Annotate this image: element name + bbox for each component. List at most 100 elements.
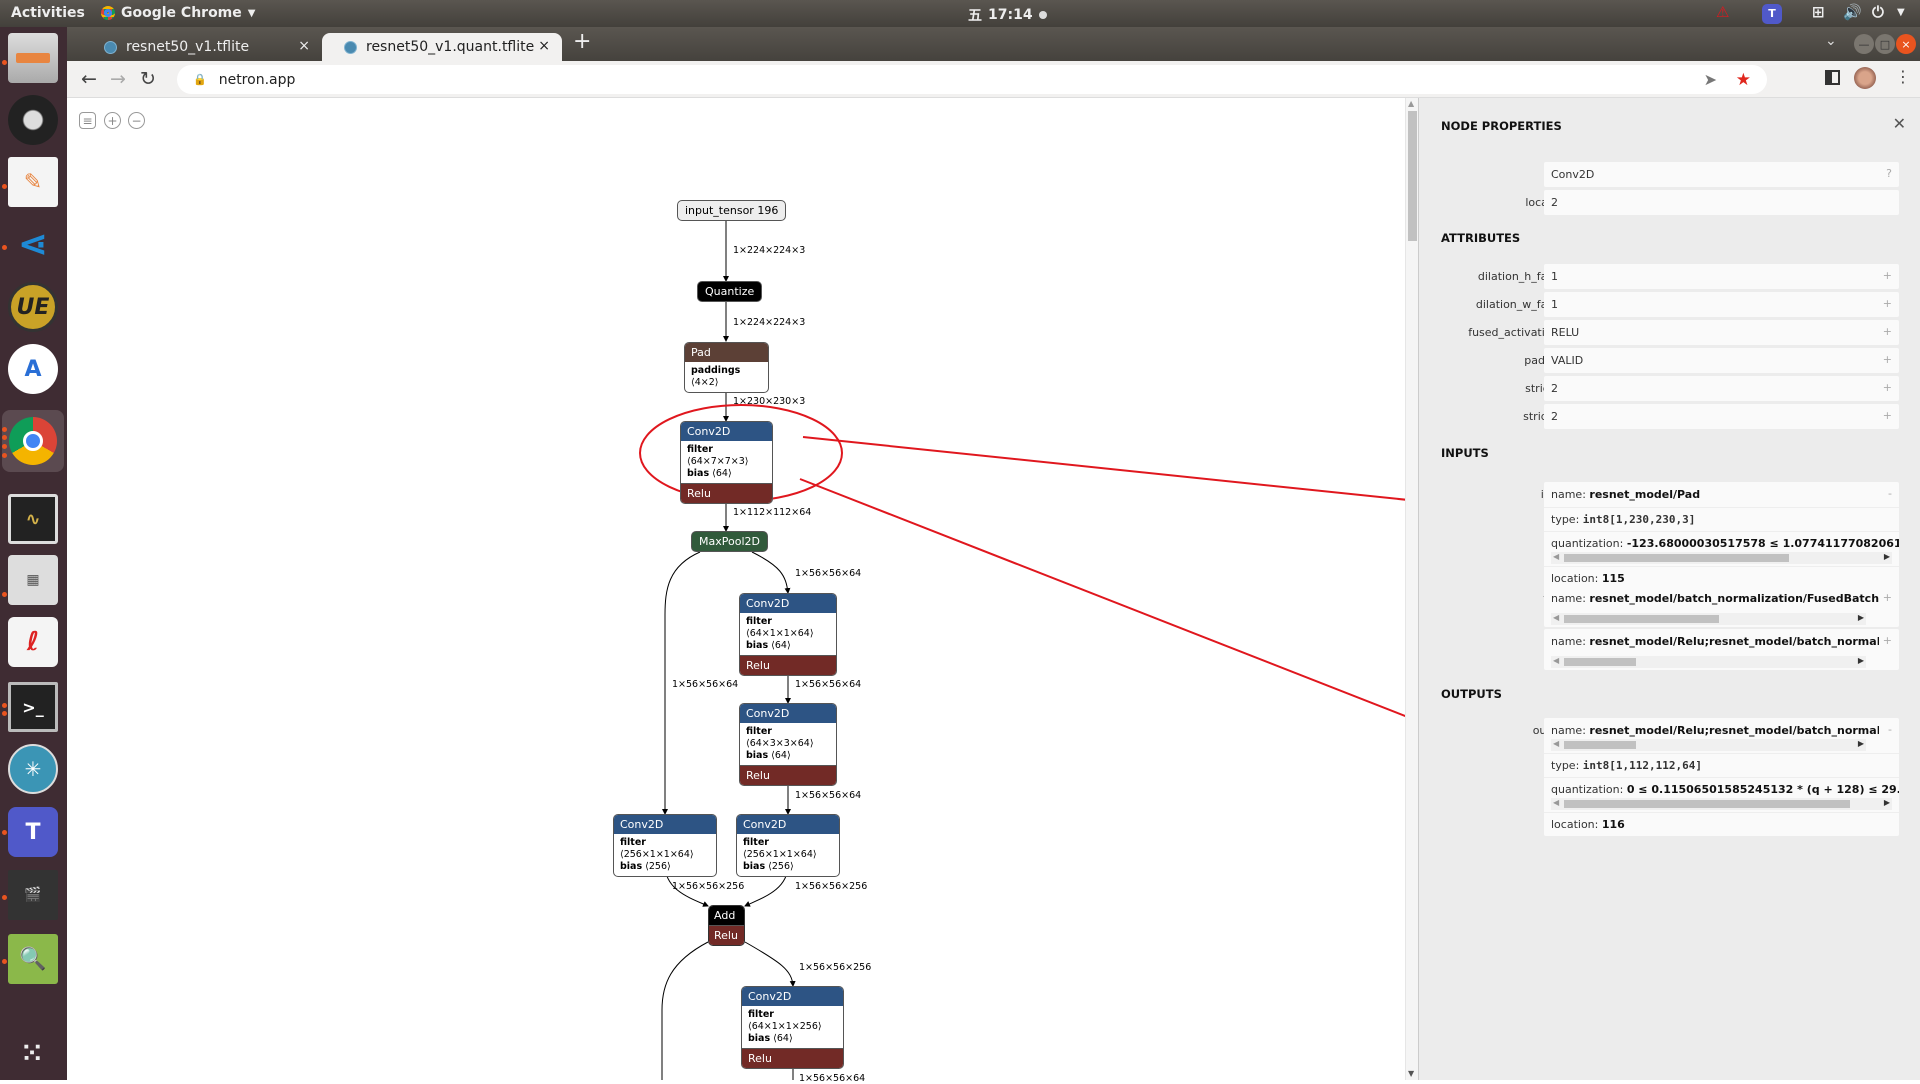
output-tensor-info[interactable]: name: resnet_model/Relu;resnet_model/bat… xyxy=(1544,718,1899,836)
warning-icon[interactable]: ⚠ xyxy=(1716,3,1729,21)
profile-avatar[interactable] xyxy=(1854,67,1876,89)
expand-icon[interactable]: + xyxy=(1883,591,1892,604)
vscode-icon[interactable]: ⋖ xyxy=(8,219,58,269)
edge-label: 1×56×56×64 xyxy=(795,568,862,579)
node-conv2d-3[interactable]: Conv2D filter ⟨64×3×3×64⟩ bias ⟨64⟩ Relu xyxy=(739,703,837,786)
edge-label: 1×224×224×3 xyxy=(733,245,806,256)
reload-button[interactable]: ↻ xyxy=(140,68,156,90)
netron-icon[interactable]: ✳ xyxy=(8,744,58,794)
file-cabinet-icon[interactable] xyxy=(8,33,58,83)
horizontal-scrollbar[interactable]: ◀ ▶ xyxy=(1551,798,1892,810)
expand-icon[interactable]: + xyxy=(1883,297,1892,310)
lock-icon[interactable]: 🔒 xyxy=(193,73,207,86)
close-tab-icon[interactable]: × xyxy=(538,38,550,54)
app-menu[interactable]: Google Chrome ▼ xyxy=(101,5,255,21)
node-maxpool2d[interactable]: MaxPool2D xyxy=(691,531,768,552)
address-bar[interactable]: 🔒 netron.app ➤ ★ xyxy=(177,65,1767,94)
close-panel-icon[interactable]: ✕ xyxy=(1893,114,1906,133)
help-icon[interactable]: ? xyxy=(1886,167,1892,180)
show-applications-icon[interactable]: ⁙ xyxy=(8,1029,58,1079)
canvas-scrollbar[interactable]: ▲ ▼ xyxy=(1405,98,1418,1080)
collapse-icon[interactable]: - xyxy=(1888,723,1892,736)
zoom-out-icon[interactable]: − xyxy=(128,112,145,129)
scroll-down-arrow-icon[interactable]: ▼ xyxy=(1408,1069,1414,1078)
node-attrs: filter ⟨256×1×1×64⟩ bias ⟨256⟩ xyxy=(743,837,817,872)
collapse-icon[interactable]: - xyxy=(1888,487,1892,500)
expand-icon[interactable]: + xyxy=(1883,353,1892,366)
node-conv2d-4[interactable]: Conv2D filter ⟨256×1×1×64⟩ bias ⟨256⟩ xyxy=(613,814,717,877)
close-tab-icon[interactable]: × xyxy=(298,38,310,54)
property-value[interactable]: RELU + xyxy=(1544,320,1899,345)
scrollbar-thumb[interactable] xyxy=(1408,111,1417,241)
property-value[interactable]: 2 xyxy=(1544,190,1899,215)
bookmark-star-icon[interactable]: ★ xyxy=(1736,70,1751,90)
close-window-button[interactable]: × xyxy=(1896,34,1916,54)
horizontal-scrollbar[interactable]: ◀ ▶ xyxy=(1551,739,1866,751)
minimize-button[interactable]: — xyxy=(1854,34,1874,54)
tab-title: resnet50_v1.quant.tflite xyxy=(366,39,535,55)
volume-icon[interactable]: 🔊 xyxy=(1843,3,1862,21)
clock-day: 五 xyxy=(968,8,982,24)
chrome-menu-icon[interactable]: ⋮ xyxy=(1895,67,1911,86)
property-value[interactable]: 1 + xyxy=(1544,292,1899,317)
activities-button[interactable]: Activities xyxy=(11,5,85,21)
teams-icon[interactable]: T xyxy=(1762,4,1782,24)
horizontal-scrollbar[interactable]: ◀ ▶ xyxy=(1551,613,1866,625)
node-conv2d-6[interactable]: Conv2D filter ⟨64×1×1×256⟩ bias ⟨64⟩ Relu xyxy=(741,986,844,1069)
node-conv2d-1[interactable]: Conv2D filter ⟨64×7×7×3⟩ bias ⟨64⟩ Relu xyxy=(680,421,773,504)
android-studio-icon[interactable]: A xyxy=(8,344,58,394)
node-add[interactable]: Add Relu xyxy=(708,905,745,946)
tab-resnet50-v1[interactable]: resnet50_v1.tflite × xyxy=(82,33,322,61)
network-icon[interactable]: ⊞ xyxy=(1812,3,1825,21)
chevron-down-icon[interactable]: ▼ xyxy=(1897,7,1905,18)
tensor-quantization: quantization: -123.68000030517578 ≤ 1.07… xyxy=(1544,531,1899,550)
horizontal-scrollbar[interactable]: ◀ ▶ xyxy=(1551,552,1892,564)
sync-disc-icon[interactable] xyxy=(8,95,58,145)
expand-icon[interactable]: + xyxy=(1883,634,1892,647)
node-quantize[interactable]: Quantize xyxy=(697,281,763,302)
power-icon[interactable]: ⏻ xyxy=(1872,3,1884,21)
node-attrs: filter ⟨256×1×1×64⟩ bias ⟨256⟩ xyxy=(620,837,694,872)
teams-preview-icon[interactable]: T xyxy=(8,807,58,857)
forward-button[interactable]: → xyxy=(110,68,126,90)
property-value[interactable]: VALID + xyxy=(1544,348,1899,373)
property-value[interactable]: 2 + xyxy=(1544,404,1899,429)
expand-icon[interactable]: + xyxy=(1883,325,1892,338)
node-conv2d-2[interactable]: Conv2D filter ⟨64×1×1×64⟩ bias ⟨64⟩ Relu xyxy=(739,593,837,676)
video-editor-icon[interactable]: 🎬 xyxy=(8,870,58,920)
filter-tensor-info[interactable]: name: resnet_model/batch_normalization/F… xyxy=(1544,586,1899,627)
tab-search-chevron-icon[interactable]: ⌄ xyxy=(1825,33,1837,49)
send-icon[interactable]: ➤ xyxy=(1704,70,1717,89)
running-indicator xyxy=(2,895,7,900)
side-panel-icon[interactable] xyxy=(1825,70,1840,85)
scroll-up-arrow-icon[interactable]: ▲ xyxy=(1408,99,1414,108)
back-button[interactable]: ← xyxy=(81,68,97,90)
text-editor-icon[interactable]: ✎ xyxy=(8,157,58,207)
document-viewer-icon[interactable]: ℓ xyxy=(8,617,58,667)
input-tensor-info[interactable]: name: resnet_model/Pad - type: int8[1,23… xyxy=(1544,482,1899,590)
chrome-dock-icon[interactable] xyxy=(2,410,64,472)
expand-icon[interactable]: + xyxy=(1883,269,1892,282)
terminal-icon[interactable]: >_ xyxy=(8,682,58,732)
tab-resnet50-v1-quant[interactable]: resnet50_v1.quant.tflite × xyxy=(322,33,562,61)
maximize-button[interactable]: □ xyxy=(1875,34,1895,54)
property-value[interactable]: 1 + xyxy=(1544,264,1899,289)
new-tab-button[interactable]: + xyxy=(573,29,591,54)
node-conv2d-5[interactable]: Conv2D filter ⟨256×1×1×64⟩ bias ⟨256⟩ xyxy=(736,814,840,877)
running-indicator xyxy=(2,245,7,250)
expand-icon[interactable]: + xyxy=(1883,409,1892,422)
property-value[interactable]: 2 + xyxy=(1544,376,1899,401)
ultraedit-icon[interactable]: UE xyxy=(8,282,58,332)
calculator-icon[interactable]: ▦ xyxy=(8,555,58,605)
horizontal-scrollbar[interactable]: ◀ ▶ xyxy=(1551,656,1866,668)
expand-icon[interactable]: + xyxy=(1883,381,1892,394)
bias-tensor-info[interactable]: name: resnet_model/Relu;resnet_model/bat… xyxy=(1544,629,1899,670)
zoom-in-icon[interactable]: + xyxy=(104,112,121,129)
node-input-tensor[interactable]: input_tensor 196 xyxy=(677,200,787,221)
node-pad[interactable]: Pad paddings ⟨4×2⟩ xyxy=(684,342,769,393)
system-monitor-icon[interactable]: ∿ xyxy=(8,494,58,544)
image-viewer-icon[interactable]: 🔍 xyxy=(8,934,58,984)
sidebar-toggle-icon[interactable]: ≡ xyxy=(79,112,96,129)
clock[interactable]: 五 17:14 xyxy=(968,5,1047,25)
property-value[interactable]: Conv2D? xyxy=(1544,162,1899,187)
